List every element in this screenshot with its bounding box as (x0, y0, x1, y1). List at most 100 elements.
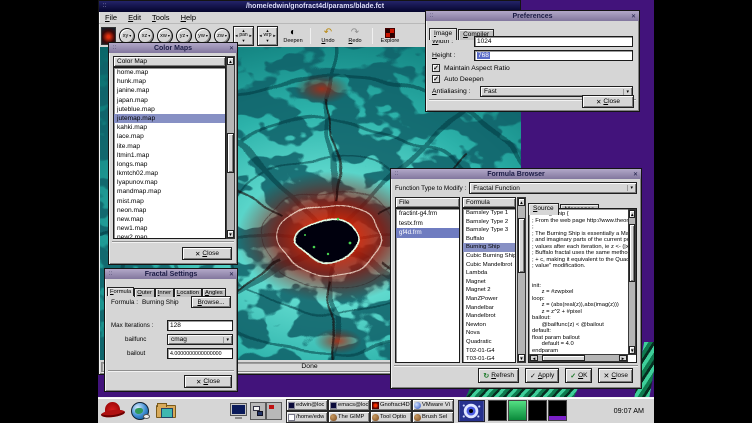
scroll-down-icon[interactable]: ▼ (629, 346, 635, 354)
down-arrow-icon[interactable]: ▼ (242, 38, 246, 43)
list-item[interactable]: Buffalo (463, 235, 515, 244)
scrollbar-thumb[interactable] (629, 224, 635, 282)
browser-launcher-icon[interactable] (131, 402, 149, 420)
list-item[interactable]: Barnsley Type 1 (463, 209, 515, 218)
list-item[interactable]: lace.map (114, 132, 225, 141)
scroll-down-icon[interactable]: ▼ (518, 354, 525, 362)
scroll-up-icon[interactable]: ▲ (227, 57, 234, 65)
max-iterations-input[interactable]: 128 (167, 320, 233, 331)
list-item-selected[interactable]: jutemap.map (114, 114, 225, 123)
close-button[interactable]: ✕ Close (582, 95, 634, 108)
menu-help[interactable]: Help (181, 13, 196, 22)
list-item[interactable]: Magnet (463, 278, 515, 287)
titlebar[interactable]: :: Fractal Settings ✕ (105, 269, 237, 279)
auto-deepen-checkbox[interactable]: ✓ (432, 75, 440, 83)
bailfunc-dropdown[interactable]: cmag ▾ (167, 334, 233, 345)
desk-guide-tile-3[interactable] (528, 400, 547, 421)
browse-button[interactable]: Browse... (191, 296, 231, 308)
pager-desktop-1[interactable] (250, 402, 266, 420)
list-item[interactable]: ltmin1.map (114, 151, 225, 160)
bailout-input[interactable]: 4.0000000000000000 (167, 348, 233, 359)
list-item[interactable]: ManZPower (463, 295, 515, 304)
list-item[interactable]: home.map (114, 68, 225, 77)
desk-guide[interactable] (488, 400, 567, 421)
list-item[interactable]: Newton (463, 321, 515, 330)
list-item[interactable]: fractint-g4.frm (396, 209, 459, 219)
list-item[interactable]: japan.map (114, 96, 225, 105)
task-gnofract4d[interactable]: Gnofract4D (370, 399, 412, 411)
list-item[interactable]: T02-01-G4 (463, 347, 515, 356)
list-item[interactable]: new1.map (114, 224, 225, 233)
list-item[interactable]: Barnsley Type 3 (463, 226, 515, 235)
list-item[interactable]: new.map (114, 215, 225, 224)
scroll-down-icon[interactable]: ▼ (227, 230, 234, 238)
ok-button[interactable]: ✓ OK (565, 368, 592, 383)
menu-tools[interactable]: Tools (152, 13, 170, 22)
tab-image[interactable]: Image (429, 28, 457, 40)
vertical-scrollbar[interactable]: ▲ ▼ (517, 197, 526, 363)
scroll-right-icon[interactable]: ► (619, 355, 627, 361)
task-terminal[interactable]: edwin@loc (286, 399, 328, 411)
list-item[interactable]: T03-01-G4 (463, 355, 515, 363)
task-brush-selection[interactable]: Brush Sel (412, 411, 454, 423)
close-icon[interactable]: ✕ (628, 13, 639, 20)
list-item[interactable]: juteblue.map (114, 105, 225, 114)
window-menu-icon[interactable]: :: (99, 2, 110, 11)
titlebar[interactable]: :: Formula Browser ✕ (391, 169, 641, 179)
list-item[interactable]: lite.map (114, 142, 225, 151)
list-item[interactable]: mandmap.map (114, 187, 225, 196)
list-item[interactable]: lyapunov.map (114, 178, 225, 187)
list-item[interactable]: neon.map (114, 206, 225, 215)
maintain-aspect-checkbox[interactable]: ✓ (432, 64, 440, 72)
list-item-selected[interactable]: Burning Ship (463, 243, 515, 252)
close-icon[interactable]: ✕ (630, 171, 641, 178)
list-item[interactable]: mist.map (114, 197, 225, 206)
list-item[interactable]: Barnsley Type 2 (463, 218, 515, 227)
menu-file[interactable]: File (105, 13, 117, 22)
down-arrow-icon[interactable]: ▼ (266, 38, 270, 43)
function-type-dropdown[interactable]: Fractal Function ▾ (469, 182, 637, 194)
list-item[interactable]: Lambda (463, 269, 515, 278)
list-item[interactable]: hunk.map (114, 77, 225, 86)
terminal-launcher-icon[interactable] (230, 403, 247, 416)
tab-source[interactable]: Source (528, 203, 559, 215)
right-arrow-icon[interactable]: ► (273, 33, 277, 38)
scrollbar-thumb[interactable] (518, 218, 525, 274)
main-menu-icon[interactable] (101, 401, 125, 419)
column-header-formula[interactable]: Formula (462, 197, 516, 208)
close-icon[interactable]: ✕ (226, 271, 237, 278)
left-arrow-icon[interactable]: ◄ (234, 33, 238, 38)
pager-desktop-2[interactable] (266, 402, 282, 420)
list-item[interactable]: Cubic Mandelbrot (463, 261, 515, 270)
window-menu-icon[interactable]: :: (426, 12, 437, 21)
task-tool-options[interactable]: Tool Optio (370, 411, 412, 423)
refresh-button[interactable]: ↻ Refresh (478, 368, 519, 383)
column-header-file[interactable]: File (395, 197, 460, 208)
close-button[interactable]: ✕ Close (182, 247, 232, 260)
list-item[interactable]: Quadratic (463, 338, 515, 347)
desk-guide-tile-4[interactable] (548, 400, 567, 421)
desktop-pager[interactable] (250, 402, 282, 420)
tab-formula[interactable]: Formula (107, 287, 134, 296)
warp-control[interactable]: ▲ ◄wrp► ▼ (257, 26, 278, 46)
window-menu-icon[interactable]: :: (109, 44, 120, 53)
scroll-up-icon[interactable]: ▲ (629, 210, 635, 218)
vertical-scrollbar[interactable]: ▲ ▼ (226, 56, 235, 239)
deepen-button[interactable]: ◐ Deepen (281, 27, 305, 44)
list-item[interactable]: kahki.map (114, 123, 225, 132)
scroll-left-icon[interactable]: ◄ (530, 355, 538, 361)
task-vmware[interactable]: VMware Vi (412, 399, 454, 411)
list-item[interactable]: longs.map (114, 160, 225, 169)
titlebar[interactable]: :: Color Maps ✕ (109, 43, 237, 53)
list-item[interactable]: Magnet 2 (463, 286, 515, 295)
close-button[interactable]: ✕ Close (598, 368, 633, 383)
list-item[interactable]: testx.frm (396, 219, 459, 229)
left-arrow-icon[interactable]: ◄ (259, 33, 263, 38)
desk-guide-tile-1[interactable] (488, 400, 507, 421)
titlebar[interactable]: :: Preferences ✕ (426, 11, 639, 21)
list-item[interactable]: lkmtch02.map (114, 169, 225, 178)
list-item[interactable]: Nova (463, 329, 515, 338)
undo-button[interactable]: ↶ Undo (316, 27, 340, 44)
height-input[interactable]: 768 (474, 50, 633, 61)
fractal-thumbnail-icon[interactable] (458, 400, 485, 422)
